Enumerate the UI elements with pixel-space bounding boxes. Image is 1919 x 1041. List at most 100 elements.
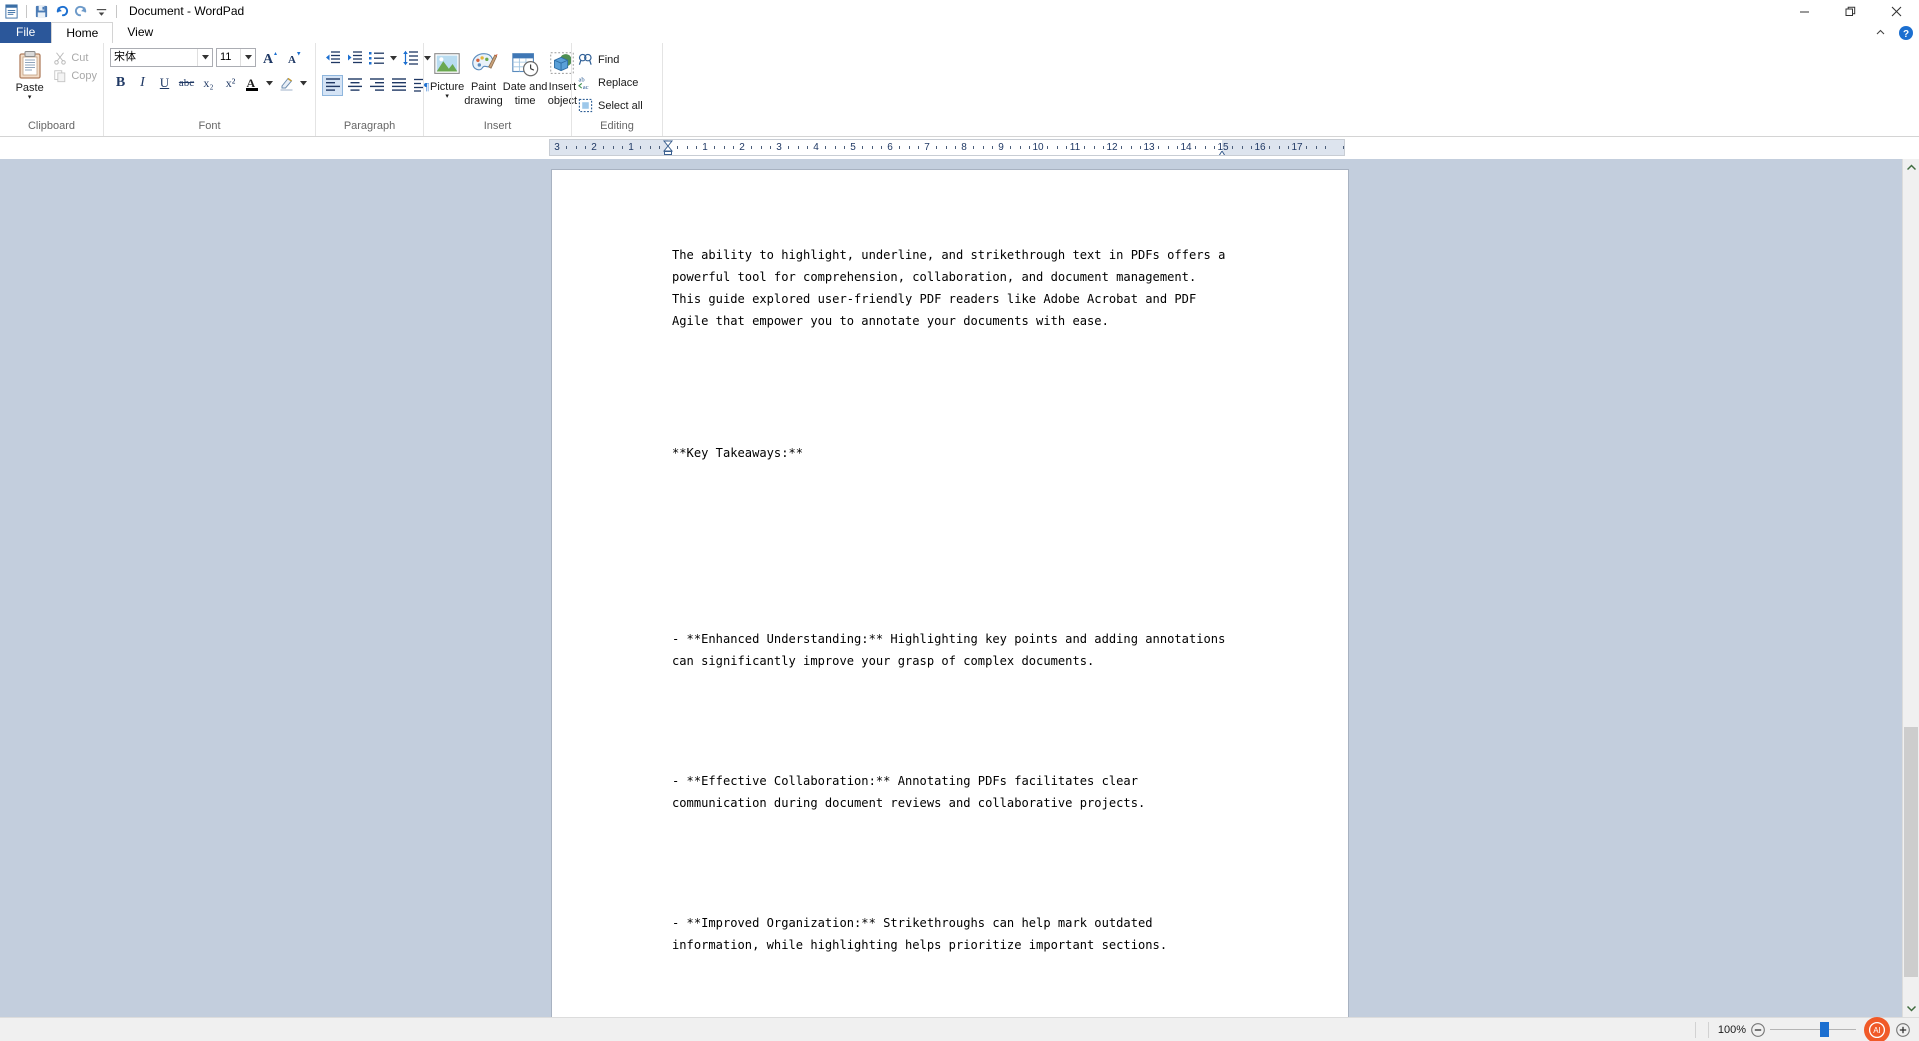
subscript-icon: x₂	[203, 75, 214, 90]
wordpad-app-icon[interactable]	[2, 2, 21, 21]
ruler-tick	[1232, 146, 1233, 149]
doc-paragraph: - **Improved Organization:** Strikethrou…	[672, 916, 1168, 952]
ruler-number: 17	[1291, 142, 1303, 153]
text-color-button[interactable]: A	[242, 73, 263, 94]
shrink-font-button[interactable]: A	[283, 47, 304, 68]
strikethrough-button[interactable]: abc	[176, 73, 197, 94]
ruler-tick	[613, 146, 614, 149]
ruler-number: 12	[1106, 142, 1118, 153]
underline-icon: U	[159, 75, 170, 90]
collapse-ribbon-icon[interactable]	[1871, 24, 1889, 42]
tab-home[interactable]: Home	[51, 22, 114, 43]
bullets-button[interactable]	[366, 48, 387, 69]
copy-button[interactable]: Copy	[53, 69, 97, 83]
subscript-button[interactable]: x₂	[198, 73, 219, 94]
superscript-button[interactable]: x²	[220, 73, 241, 94]
zoom-out-button[interactable]	[1749, 1021, 1766, 1038]
redo-icon[interactable]	[72, 2, 91, 21]
underline-button[interactable]: U	[154, 73, 175, 94]
zoom-slider[interactable]	[1770, 1021, 1856, 1038]
align-right-button[interactable]	[366, 75, 387, 96]
picture-icon	[434, 53, 460, 74]
minimize-button[interactable]	[1781, 0, 1827, 22]
undo-icon[interactable]	[52, 2, 71, 21]
restore-button[interactable]	[1827, 0, 1873, 22]
horizontal-ruler[interactable]: 3 2 1 1 2 3 4 5 6 7 8 9 10 11 12 13 14 15 16 17	[549, 139, 1345, 156]
ruler-tick	[936, 146, 937, 149]
zoom-in-button[interactable]	[1894, 1021, 1911, 1038]
select-all-button[interactable]: Select all	[578, 96, 643, 115]
scroll-up-button[interactable]	[1903, 159, 1919, 176]
highlight-color-button[interactable]	[276, 73, 297, 94]
ruler-tick	[1325, 146, 1326, 149]
group-label-font: Font	[198, 120, 221, 132]
font-family-combo[interactable]: 宋体	[110, 47, 213, 67]
insert-paint-drawing-button[interactable]: Paint drawing	[464, 47, 503, 107]
svg-text:?: ?	[1903, 29, 1909, 40]
ruler-tick	[1306, 146, 1307, 149]
ruler-tick	[983, 146, 984, 149]
ruler-tick	[1288, 146, 1289, 149]
justify-button[interactable]	[388, 75, 409, 96]
document-page[interactable]: The ability to highlight, underline, and…	[552, 170, 1348, 1017]
ribbon-group-paragraph: ¶ Paragraph	[315, 43, 431, 136]
ruler-tick	[1121, 146, 1122, 149]
vertical-scrollbar[interactable]	[1902, 159, 1919, 1017]
tab-file[interactable]: File	[0, 22, 52, 43]
ribbon: Paste ▾ Cut Copy Clipboard 宋体 11 A A B I…	[0, 43, 1919, 137]
bullets-dropdown-caret[interactable]	[388, 48, 399, 69]
title-bar: Document - WordPad	[0, 0, 1919, 22]
increase-indent-icon	[347, 51, 362, 64]
italic-button[interactable]: I	[132, 73, 153, 94]
right-indent-marker[interactable]	[1216, 147, 1228, 155]
status-separator-1	[1695, 1021, 1696, 1038]
scroll-down-button[interactable]	[1903, 1000, 1919, 1017]
highlight-color-dropdown-caret[interactable]	[298, 73, 309, 94]
decrease-indent-button[interactable]	[322, 48, 343, 69]
ruler-number: 2	[739, 142, 745, 153]
shrink-font-icon: A	[288, 52, 300, 66]
align-left-button[interactable]	[322, 74, 343, 96]
document-text[interactable]: The ability to highlight, underline, and…	[672, 200, 1232, 1017]
text-color-dropdown-caret[interactable]	[264, 73, 275, 94]
insert-date-time-button[interactable]: Date and time	[503, 47, 547, 107]
zoom-slider-track	[1770, 1029, 1856, 1030]
replace-button[interactable]: ab ac Replace	[578, 73, 643, 92]
save-icon[interactable]	[32, 2, 51, 21]
chevron-down-icon[interactable]	[240, 48, 255, 66]
tab-view[interactable]: View	[113, 22, 167, 43]
paste-label: Paste	[15, 82, 44, 94]
find-button[interactable]: Find	[578, 50, 643, 69]
ruler-tick	[770, 146, 771, 149]
font-size-combo[interactable]: 11	[216, 47, 256, 67]
close-button[interactable]	[1873, 0, 1919, 22]
ruler-tick	[1103, 146, 1104, 149]
chevron-down-icon[interactable]	[197, 48, 212, 66]
align-center-button[interactable]	[344, 75, 365, 96]
vertical-scroll-thumb[interactable]	[1904, 727, 1918, 977]
bold-button[interactable]: B	[110, 73, 131, 94]
ai-assistant-button[interactable]: AI	[1864, 1016, 1890, 1041]
italic-icon: I	[140, 75, 145, 90]
ribbon-group-font: 宋体 11 A A B I U abc x₂ x² A Font	[103, 43, 315, 136]
paste-dropdown-caret[interactable]: ▾	[28, 94, 32, 102]
cut-button[interactable]: Cut	[53, 51, 97, 65]
picture-dropdown-caret[interactable]: ▾	[445, 93, 449, 101]
increase-indent-button[interactable]	[344, 48, 365, 69]
customize-quick-access-icon[interactable]	[92, 2, 111, 21]
document-canvas[interactable]: The ability to highlight, underline, and…	[0, 159, 1919, 1017]
grow-font-button[interactable]: A	[259, 47, 280, 68]
zoom-slider-thumb[interactable]	[1820, 1022, 1829, 1037]
help-icon[interactable]: ?	[1897, 24, 1915, 42]
ruler-number: 9	[998, 142, 1004, 153]
window-title: Document - WordPad	[129, 4, 245, 18]
bullet-list-icon	[368, 52, 384, 65]
ruler-tick	[872, 146, 873, 149]
ruler-tick	[862, 146, 863, 149]
ruler-tick	[1242, 146, 1243, 149]
first-line-indent-marker[interactable]	[662, 140, 674, 155]
paste-button[interactable]: Paste ▾	[6, 47, 53, 102]
insert-picture-button[interactable]: Picture ▾	[430, 47, 464, 101]
find-icon	[578, 53, 592, 65]
line-spacing-button[interactable]	[400, 48, 421, 69]
